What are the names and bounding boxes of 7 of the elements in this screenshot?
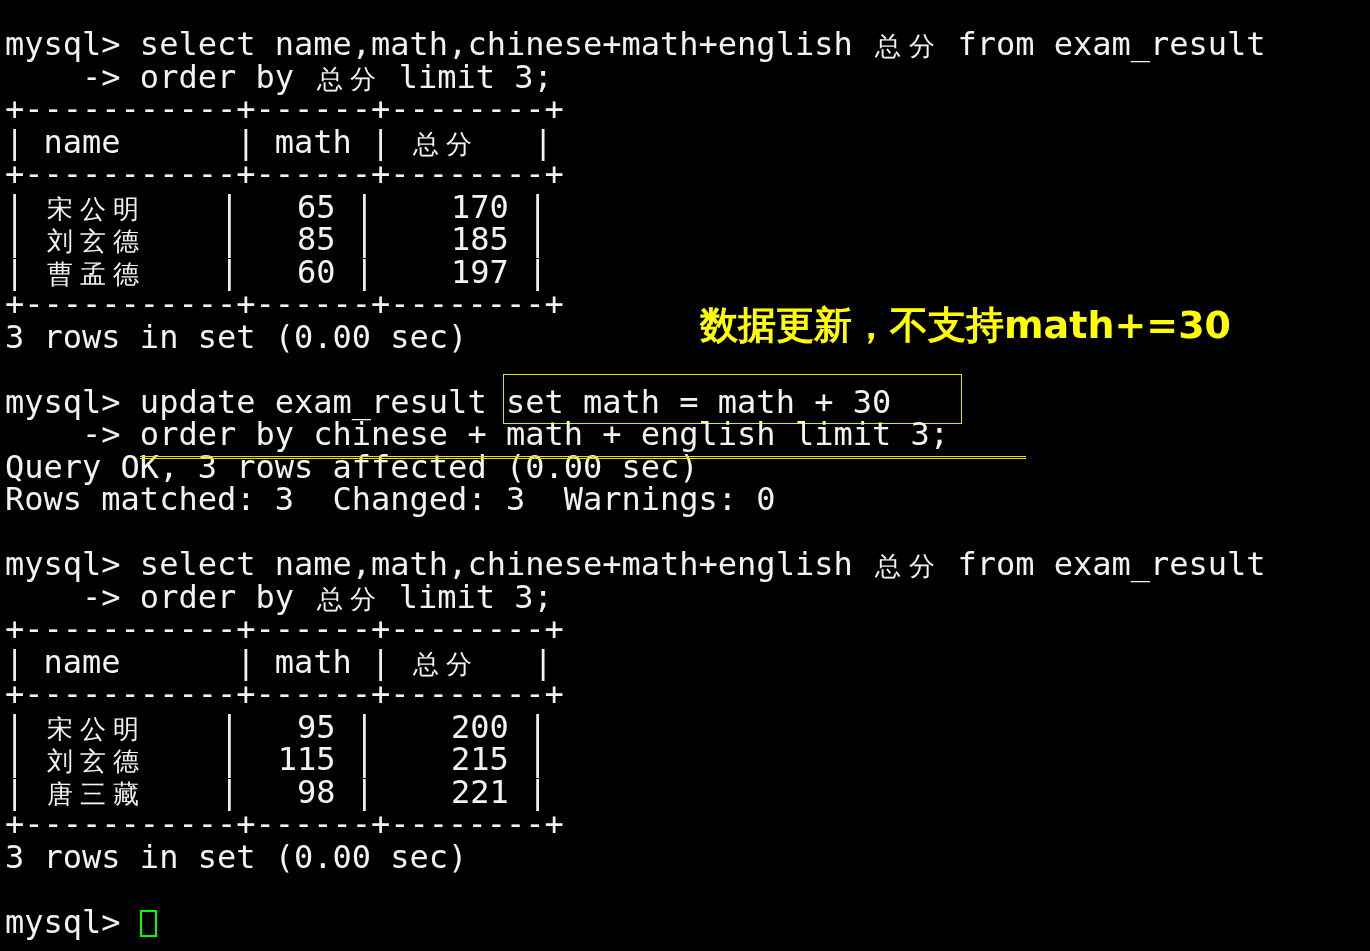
terminal-line: mysql> select name,math,chinese+math+english 总分 from exam_result [5,25,1266,63]
terminal-line: mysql> update exam_result [5,382,488,421]
annotation-note: 数据更新，不支持math+=30 [700,302,1232,349]
terminal-line: mysql> select name,math,chinese+math+english 总分 from exam_result [5,545,1266,583]
terminal-line: mysql> [5,902,122,941]
terminal-line: 3 rows in set (0.00 sec) [5,317,468,356]
terminal-line: 3 rows in set (0.00 sec) [5,837,468,876]
